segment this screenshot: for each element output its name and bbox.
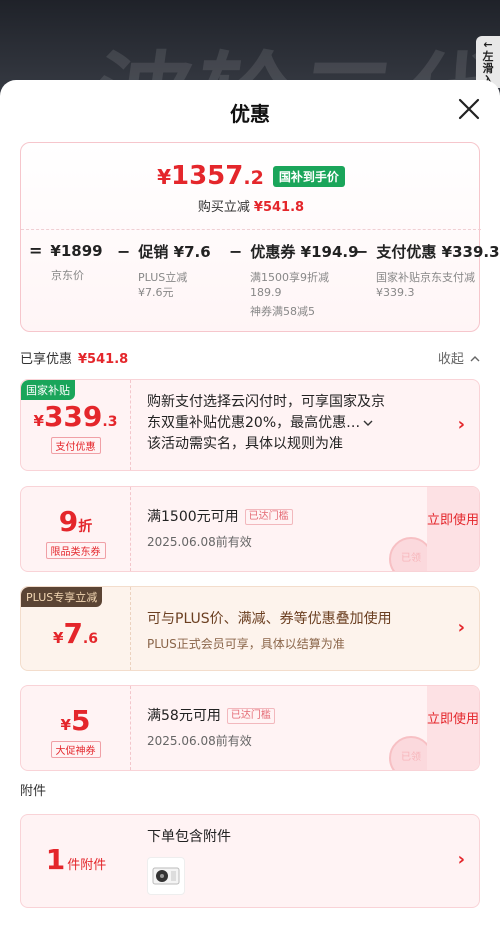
chevron-right-icon[interactable]: › [458, 414, 465, 435]
chevron-right-icon[interactable]: › [458, 849, 465, 870]
use-now-button[interactable]: 立即使用 [427, 487, 479, 571]
card-value-area: 9折 限品类东券 [21, 487, 131, 571]
accessory-description: 下单包含附件 [147, 829, 231, 845]
breakdown-coupon: − 优惠券 ¥194.9 满1500享9折减 189.9 神券满58减5 [229, 242, 359, 318]
price-summary: ¥1357.2 国补到手价 购买立减 ¥541.8 = ¥1899 京东价 − 促销 … [20, 142, 500, 332]
accessory-section-label: 附件 [20, 784, 47, 799]
close-icon[interactable] [456, 96, 482, 122]
reduce-amount: ¥541.8 [253, 200, 305, 215]
summary-divider [21, 229, 481, 230]
card-value-area: ¥5 大促神券 [21, 686, 131, 770]
category-coupon-card: 9折 限品类东券 满1500元可用 已达门槛 2025.06.08前有效 已领 立… [20, 486, 480, 572]
accessory-count: 1 件附件 [45, 843, 107, 876]
final-price-row: ¥1357.2 国补到手价 [21, 161, 481, 191]
national-subsidy-card[interactable]: 国家补贴 ¥339.3 支付优惠 购新支付选择云闪付时，可享国家及京 东双重补贴… [20, 379, 480, 471]
super-coupon-card: ¥5 大促神券 满58元可用 已达门槛 2025.06.08前有效 已领 立即使用 [20, 685, 480, 771]
threshold-reached-badge: 已达门槛 [226, 708, 275, 724]
threshold-reached-badge: 已达门槛 [244, 509, 293, 525]
payment-discount-label: 支付优惠 [50, 437, 101, 454]
coupon-type-label: 大促神券 [50, 741, 101, 758]
discount-sheet: 优惠 ¥1357.2 国补到手价 购买立减 ¥541.8 = ¥1899 京东价 −… [0, 80, 500, 929]
enjoyed-discount: 已享优惠 ¥541.8 [20, 348, 128, 367]
plus-sub-description: PLUS正式会员可享，具体以结算为准 [147, 637, 345, 651]
enjoyed-label: 已享优惠 [20, 352, 73, 367]
air-conditioner-unit-icon [152, 867, 180, 885]
coupon-expiry: 2025.06.08前有效 [147, 535, 252, 549]
breakdown-jd-price: = ¥1899 京东价 [29, 241, 103, 282]
breakdown-payment: − 支付优惠 ¥339.3 国家补贴京东支付减 ¥339.3 [355, 242, 500, 299]
sheet-title: 优惠 [230, 102, 270, 126]
use-now-button[interactable]: 立即使用 [427, 686, 479, 770]
collapse-button[interactable]: 收起 [438, 348, 480, 367]
plus-description: 可与PLUS价、满减、券等优惠叠加使用 [147, 611, 392, 627]
coupon-condition: 满1500元可用 已达门槛 [147, 507, 293, 528]
plus-discount-card[interactable]: PLUS专享立减 ¥7.6 可与PLUS价、满减、券等优惠叠加使用 PLUS正式… [20, 586, 480, 671]
enjoyed-amount: ¥541.8 [78, 352, 129, 367]
breakdown-promotion: − 促销 ¥7.6 PLUS立减 ¥7.6元 [117, 242, 211, 299]
plus-tag: PLUS专享立减 [21, 587, 103, 607]
accessory-thumbnail [147, 857, 185, 895]
coupon-type-label: 限品类东券 [45, 542, 106, 559]
accessory-card[interactable]: 1 件附件 下单包含附件 › [20, 814, 480, 908]
coupon-expiry: 2025.06.08前有效 [147, 734, 252, 748]
coupon-condition: 满58元可用 已达门槛 [147, 706, 275, 727]
national-subsidy-tag: 国家补贴 [21, 380, 75, 400]
chevron-down-icon [363, 420, 373, 426]
subsidy-description: 购新支付选择云闪付时，可享国家及京 东双重补贴优惠20%，最高优惠… 该活动需实… [147, 394, 385, 452]
reduce-row: 购买立减 ¥541.8 [21, 196, 481, 215]
subsidy-price-badge: 国补到手价 [272, 165, 345, 187]
reduce-label: 购买立减 [197, 200, 250, 215]
final-price: ¥1357.2 [157, 161, 264, 191]
chevron-right-icon[interactable]: › [458, 617, 465, 638]
chevron-up-icon [470, 356, 480, 362]
